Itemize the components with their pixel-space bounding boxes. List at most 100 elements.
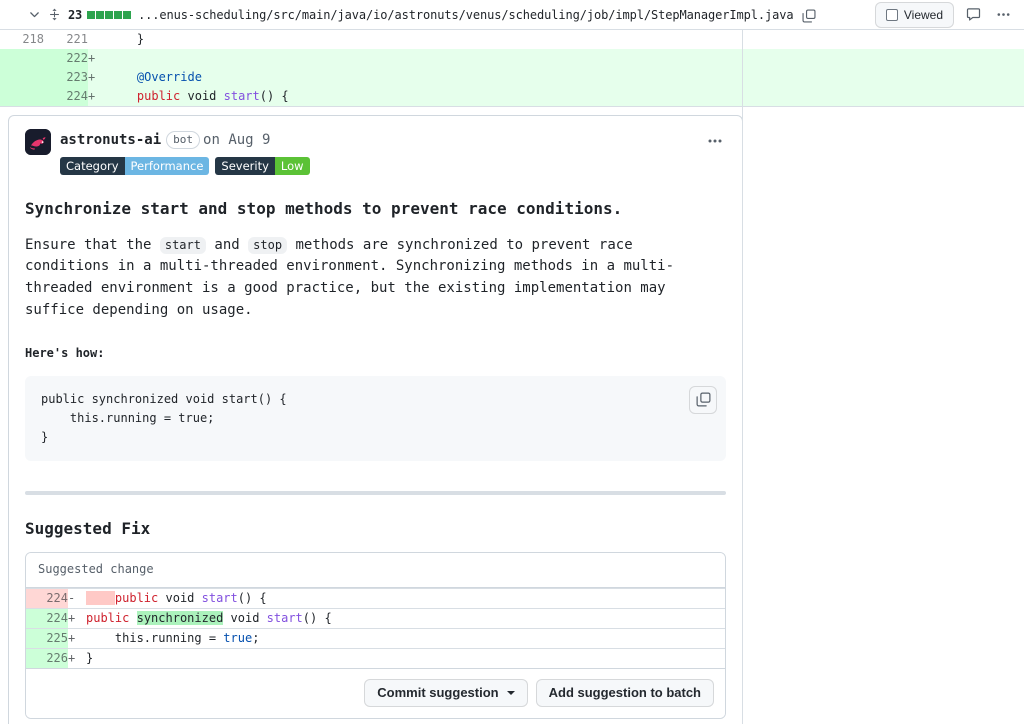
suggestion-header-label: Suggested change <box>26 552 725 588</box>
diff-marker: + <box>88 51 96 65</box>
divider <box>25 490 726 495</box>
code-token-plain: () { <box>302 610 332 625</box>
copy-icon[interactable] <box>689 385 717 414</box>
howto-label: Here's how: <box>25 345 105 360</box>
status-badge-severity: Severity Low <box>215 157 310 175</box>
unfold-icon[interactable] <box>46 7 62 23</box>
comment-title: Synchronize start and stop methods to pr… <box>25 199 623 218</box>
line-number: 224 <box>26 587 68 609</box>
comment-header: astronuts-ai bot on Aug 9 Category Performa… <box>9 116 742 175</box>
new-line-number: 223 <box>44 68 88 87</box>
author-line: astronuts-ai bot on Aug 9 <box>60 130 726 150</box>
code-token-plain: () { <box>237 590 267 605</box>
code-token-function: start <box>266 610 303 625</box>
badge-value: Low <box>274 157 310 175</box>
diff-code: public void start() { <box>108 87 1024 107</box>
comment-author[interactable]: astronuts-ai <box>60 132 161 148</box>
code-token-annotation: @Override <box>136 70 202 84</box>
paragraph-text: and <box>205 236 249 253</box>
commit-suggestion-button[interactable]: Commit suggestion <box>364 678 528 707</box>
new-line-number: 222 <box>44 49 88 68</box>
diff-marker: + <box>88 89 96 103</box>
line-number: 225 <box>26 627 68 649</box>
old-line-number <box>0 87 44 107</box>
viewed-toggle[interactable]: Viewed <box>874 1 954 28</box>
new-line-number: 221 <box>66 32 88 46</box>
diff-table: 218 221 } 222 + 223 + @Override 224 + pu… <box>0 30 1024 724</box>
comment-badges: Category Performance Severity Low <box>60 157 726 175</box>
comment-icon[interactable] <box>962 4 984 26</box>
code-token-plain: this.running = <box>86 630 224 645</box>
code-token-plain: () { <box>259 89 289 103</box>
removed-whitespace-highlight <box>86 590 115 605</box>
comment-timestamp[interactable]: on Aug 9 <box>203 132 270 148</box>
code-sample-block: public synchronized void start() { this.… <box>25 375 726 461</box>
diff-row-addition[interactable]: 224 + public void start() { <box>0 87 1024 107</box>
diffstat <box>87 10 132 19</box>
code-token-function: start <box>201 590 238 605</box>
pull-request-file-diff-view: 23 ...enus-scheduling/src/main/java/io/a… <box>0 0 1024 724</box>
old-line-number: 218 <box>22 32 44 46</box>
file-header: 23 ...enus-scheduling/src/main/java/io/a… <box>0 0 1024 30</box>
diff-body: 218 221 } 222 + 223 + @Override 224 + pu… <box>0 30 1024 724</box>
line-number: 224 <box>26 607 68 629</box>
diff-row-addition[interactable]: 223 + @Override <box>0 68 1024 87</box>
comment-kebab-icon[interactable] <box>704 131 726 151</box>
diff-right-border <box>742 30 743 724</box>
add-suggestion-to-batch-button[interactable]: Add suggestion to batch <box>535 678 714 707</box>
diff-code: } <box>108 32 145 46</box>
badge-key: Severity <box>215 157 275 175</box>
code-token-plain: ; <box>252 630 260 645</box>
viewed-checkbox[interactable] <box>885 8 898 21</box>
diff-code: @Override <box>108 68 1024 87</box>
badge-key: Category <box>60 157 125 175</box>
diff-marker: + <box>68 607 86 629</box>
badge-value: Performance <box>124 157 210 175</box>
diff-row-addition[interactable]: 222 + <box>0 49 1024 68</box>
suggestion-diff-table: 224 - public void start() { 224 + public… <box>26 587 725 668</box>
suggestion-code: public void start() { <box>86 587 725 609</box>
suggestion-code: public synchronized void start() { <box>86 607 725 629</box>
kebab-horizontal-icon[interactable] <box>992 4 1014 26</box>
copy-icon[interactable] <box>801 8 817 24</box>
inline-code-stop: stop <box>248 236 288 254</box>
viewed-label: Viewed <box>903 7 943 22</box>
added-word-highlight: synchronized <box>136 610 224 625</box>
diff-row-context[interactable]: 218 221 } <box>0 30 1024 49</box>
code-token-keyword: public <box>86 610 130 625</box>
old-line-number <box>0 68 44 87</box>
chevron-down-icon[interactable] <box>506 690 515 695</box>
suggestion-row-deletion: 224 - public void start() { <box>26 587 725 609</box>
diff-marker: - <box>68 587 86 609</box>
inline-comment-cell: astronuts-ai bot on Aug 9 Category Performa… <box>0 105 1024 724</box>
comment-wrapper: astronuts-ai bot on Aug 9 Category Performa… <box>0 107 1024 724</box>
review-comment-card: astronuts-ai bot on Aug 9 Category Performa… <box>8 115 743 724</box>
suggestion-row-addition: 225 + this.running = true; <box>26 627 725 649</box>
avatar[interactable] <box>25 129 51 155</box>
comment-body: Synchronize start and stop methods to pr… <box>9 199 742 719</box>
diff-marker <box>88 30 108 49</box>
status-badge-category: Category Performance <box>60 157 210 175</box>
comment-paragraph: Ensure that the start and stop methods a… <box>25 235 685 322</box>
code-token-function: start <box>223 89 260 103</box>
paragraph-text: Ensure that the <box>25 236 160 253</box>
suggestion-block: Suggested change 224 - public void start… <box>25 551 726 719</box>
chevron-down-icon[interactable] <box>26 7 42 23</box>
diff-marker: + <box>68 647 86 668</box>
suggestion-row-addition: 224 + public synchronized void start() { <box>26 607 725 629</box>
code-token-plain: void <box>158 590 202 605</box>
suggestion-actions: Commit suggestion Add suggestion to batc… <box>26 667 725 718</box>
file-path: ...enus-scheduling/src/main/java/io/astr… <box>138 7 794 22</box>
diff-marker: + <box>88 70 96 84</box>
bot-badge: bot <box>166 131 201 149</box>
line-number: 226 <box>26 647 68 668</box>
new-line-number: 224 <box>44 87 88 107</box>
comment-author-row: astronuts-ai bot on Aug 9 Category Performa… <box>25 129 726 175</box>
suggestion-row-addition: 226 + } <box>26 647 725 668</box>
code-token-constant: true <box>223 630 253 645</box>
author-and-badges: astronuts-ai bot on Aug 9 Category Performa… <box>60 129 726 175</box>
code-sample-text: public synchronized void start() { this.… <box>41 391 287 444</box>
code-token-keyword: public <box>114 590 159 605</box>
diff-marker: + <box>68 627 86 649</box>
